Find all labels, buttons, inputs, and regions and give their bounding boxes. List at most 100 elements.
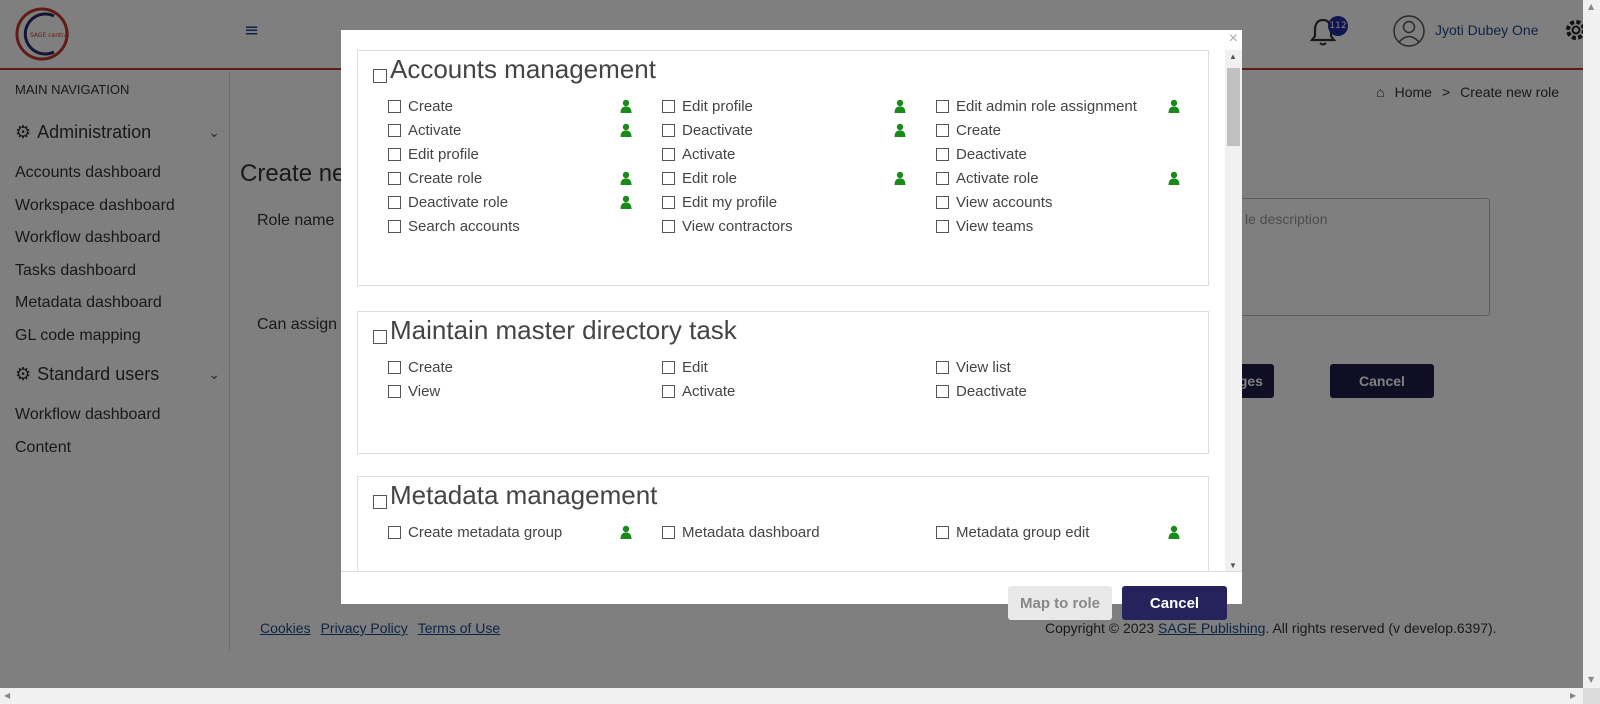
scroll-down-arrow-icon[interactable]: ▼: [1229, 561, 1237, 570]
permission-checkbox[interactable]: [936, 525, 949, 539]
permission-checkbox[interactable]: [388, 525, 401, 539]
permission-label: Edit admin role assignment: [956, 97, 1137, 115]
permission-checkbox[interactable]: [662, 123, 675, 137]
permission-checkbox[interactable]: [388, 360, 401, 374]
permission-checkbox[interactable]: [936, 384, 949, 398]
permission-item[interactable]: Activate: [662, 381, 906, 401]
section-select-all-checkbox[interactable]: [373, 330, 387, 344]
permission-item[interactable]: View accounts: [936, 192, 1180, 212]
modal-scrollbar[interactable]: ▲ ▼: [1225, 50, 1242, 571]
permission-item[interactable]: View: [388, 381, 632, 401]
scroll-right-arrow-icon[interactable]: ▶: [1570, 691, 1576, 700]
section-header: Maintain master directory task: [373, 315, 737, 346]
page-horizontal-scrollbar[interactable]: ◀ ▶: [0, 688, 1583, 704]
user-icon: [894, 123, 906, 137]
permission-label: Edit profile: [682, 97, 753, 115]
permission-item[interactable]: Deactivate: [936, 144, 1180, 164]
permission-item[interactable]: Edit: [662, 357, 906, 377]
permission-item[interactable]: Metadata dashboard: [662, 522, 906, 542]
map-to-role-button[interactable]: Map to role: [1008, 586, 1112, 620]
permission-item[interactable]: Create role: [388, 168, 632, 188]
permission-checkbox[interactable]: [388, 384, 401, 398]
permission-label: View teams: [956, 217, 1034, 235]
modal-scrollbar-thumb[interactable]: [1227, 68, 1240, 146]
permission-item[interactable]: Edit profile: [662, 96, 906, 116]
scroll-down-arrow-icon[interactable]: ▼: [1588, 675, 1594, 684]
scrollbar-corner: [1583, 688, 1600, 704]
permission-checkbox[interactable]: [662, 99, 675, 113]
permission-checkbox[interactable]: [936, 99, 949, 113]
permission-item[interactable]: Metadata group edit: [936, 522, 1180, 542]
permission-checkbox[interactable]: [936, 360, 949, 374]
user-icon: [1168, 171, 1180, 185]
permission-label: Activate role: [956, 169, 1039, 187]
permission-item[interactable]: Activate: [388, 120, 632, 140]
permission-item[interactable]: Search accounts: [388, 216, 632, 236]
permission-label: Activate: [682, 382, 736, 400]
permission-checkbox[interactable]: [936, 219, 949, 233]
permission-item[interactable]: Edit my profile: [662, 192, 906, 212]
permission-label: Create role: [408, 169, 483, 187]
section-select-all-checkbox[interactable]: [373, 69, 387, 83]
section-title: Maintain master directory task: [390, 315, 737, 345]
permission-checkbox[interactable]: [936, 147, 949, 161]
modal-cancel-button[interactable]: Cancel: [1122, 586, 1227, 620]
scroll-up-arrow-icon[interactable]: ▲: [1588, 2, 1594, 11]
permission-item[interactable]: Activate: [662, 144, 906, 164]
permission-item[interactable]: Create: [388, 96, 632, 116]
permission-item[interactable]: Activate role: [936, 168, 1180, 188]
permission-item[interactable]: Create: [388, 357, 632, 377]
permission-checkbox[interactable]: [662, 171, 675, 185]
modal-footer: Map to role Cancel: [341, 572, 1242, 620]
permission-checkbox[interactable]: [662, 525, 675, 539]
close-icon[interactable]: ×: [1229, 30, 1238, 48]
permission-checkbox[interactable]: [662, 147, 675, 161]
permission-label: View list: [956, 358, 1011, 376]
permission-checkbox[interactable]: [662, 195, 675, 209]
page-vertical-scrollbar[interactable]: ▲ ▼: [1583, 0, 1600, 688]
permission-item[interactable]: View list: [936, 357, 1180, 377]
permission-checkbox[interactable]: [388, 123, 401, 137]
permission-item[interactable]: Deactivate: [662, 120, 906, 140]
section-title: Accounts management: [390, 54, 656, 84]
permission-item[interactable]: View teams: [936, 216, 1180, 236]
permission-checkbox[interactable]: [936, 195, 949, 209]
permission-label: Metadata group edit: [956, 523, 1090, 541]
permission-item[interactable]: Create metadata group: [388, 522, 632, 542]
scroll-up-arrow-icon[interactable]: ▲: [1229, 52, 1237, 61]
permission-label: View: [408, 382, 441, 400]
permission-checkbox[interactable]: [662, 219, 675, 233]
user-icon: [1168, 525, 1180, 539]
modal-body: Accounts management Create Activate Edit…: [341, 50, 1242, 572]
section-header: Metadata management: [373, 480, 657, 511]
permission-checkbox[interactable]: [388, 147, 401, 161]
permission-label: Edit: [682, 358, 708, 376]
permission-label: View accounts: [956, 193, 1053, 211]
permission-label: View contractors: [682, 217, 793, 235]
permission-checkbox[interactable]: [388, 99, 401, 113]
permission-checkbox[interactable]: [388, 171, 401, 185]
permission-label: Edit my profile: [682, 193, 778, 211]
permission-item[interactable]: Deactivate: [936, 381, 1180, 401]
permission-label: Edit role: [682, 169, 738, 187]
scroll-left-arrow-icon[interactable]: ◀: [4, 691, 10, 700]
section-select-all-checkbox[interactable]: [373, 495, 387, 509]
permission-checkbox[interactable]: [662, 384, 675, 398]
user-icon: [620, 123, 632, 137]
permission-checkbox[interactable]: [388, 195, 401, 209]
permission-checkbox[interactable]: [388, 219, 401, 233]
permission-item[interactable]: Edit role: [662, 168, 906, 188]
permission-label: Edit profile: [408, 145, 479, 163]
permission-label: Create metadata group: [408, 523, 563, 541]
permission-checkbox[interactable]: [662, 360, 675, 374]
permission-item[interactable]: Edit profile: [388, 144, 632, 164]
permission-item[interactable]: Edit admin role assignment: [936, 96, 1180, 116]
permission-checkbox[interactable]: [936, 123, 949, 137]
user-icon: [894, 171, 906, 185]
permission-checkbox[interactable]: [936, 171, 949, 185]
user-icon: [894, 99, 906, 113]
permission-item[interactable]: Create: [936, 120, 1180, 140]
permission-label: Create: [408, 97, 454, 115]
permission-item[interactable]: View contractors: [662, 216, 906, 236]
permission-item[interactable]: Deactivate role: [388, 192, 632, 212]
